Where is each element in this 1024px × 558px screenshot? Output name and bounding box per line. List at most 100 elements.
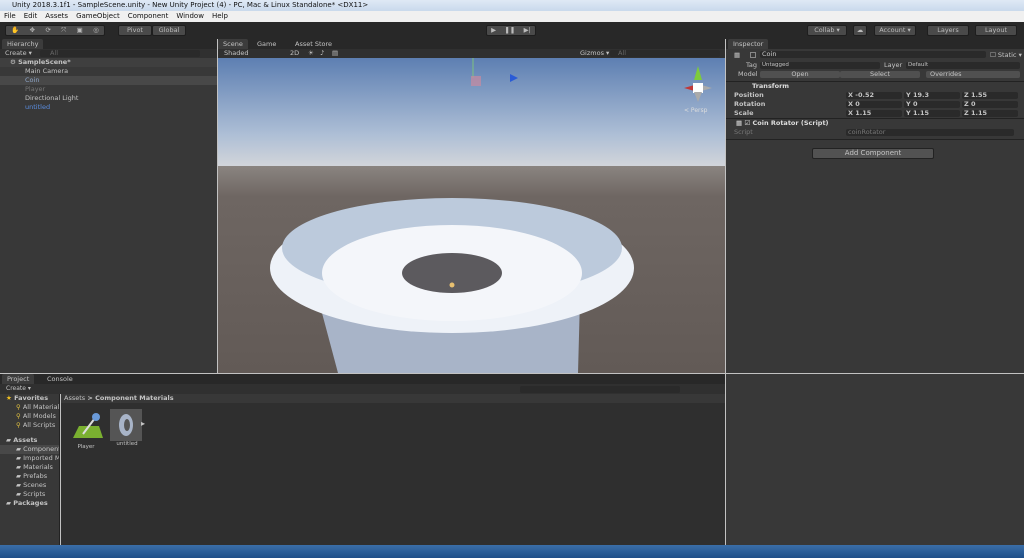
static-toggle[interactable]: ☐ Static ▾ (990, 49, 1022, 61)
move-tool-icon[interactable]: ✥ (30, 26, 35, 35)
menu-edit[interactable]: Edit (24, 11, 38, 22)
menu-window[interactable]: Window (176, 11, 204, 22)
menu-component[interactable]: Component (128, 11, 169, 22)
inspector-panel-lower (726, 374, 1024, 545)
layers-dropdown[interactable]: Layers (927, 25, 969, 36)
list-item[interactable]: Directional Light (0, 94, 217, 103)
gizmos-dropdown[interactable]: Gizmos ▾ (580, 49, 609, 58)
scene-search[interactable]: All (610, 50, 720, 57)
2d-toggle[interactable]: 2D (290, 49, 299, 58)
static-label: Static (997, 51, 1017, 59)
hierarchy-search[interactable]: All (39, 50, 200, 57)
title-bar: Unity 2018.3.1f1 - SampleScene.unity - N… (0, 0, 1024, 11)
collab-button[interactable]: Collab ▾ (807, 25, 847, 36)
pivot-button[interactable]: Pivot (118, 25, 152, 36)
asset-untitled[interactable]: untitled (110, 409, 144, 447)
object-header: ▦ Coin ☐ Static ▾ (726, 49, 1024, 61)
tree-item[interactable]: ⚲ All Models (0, 412, 59, 421)
expand-arrow-icon[interactable]: ▸ (141, 419, 145, 428)
project-create-button[interactable]: Create ▾ (6, 385, 31, 392)
scene-root[interactable]: ⚙ SampleScene* (0, 58, 217, 67)
position-x[interactable]: X -0.52 (846, 92, 902, 99)
tree-item[interactable]: ⚲ All Scripts (0, 421, 59, 430)
position-z[interactable]: Z 1.55 (962, 92, 1018, 99)
select-button[interactable]: Select (840, 71, 920, 78)
account-button[interactable]: Account ▾ (874, 25, 916, 36)
rotation-z[interactable]: Z 0 (962, 101, 1018, 108)
menu-assets[interactable]: Assets (45, 11, 68, 22)
script-component-header[interactable]: ▦ ☑ Coin Rotator (Script) (726, 119, 1024, 128)
tab-game[interactable]: Game (252, 39, 281, 49)
audio-icon[interactable]: ♪ (320, 49, 324, 58)
project-search[interactable] (520, 386, 680, 393)
play-icon[interactable]: ▶ (491, 26, 496, 35)
list-item[interactable]: Player (0, 85, 217, 94)
tree-item-label: Scenes (23, 481, 47, 489)
rotation-x[interactable]: X 0 (846, 101, 902, 108)
tab-asset-store[interactable]: Asset Store (290, 39, 337, 49)
play-controls: ▶ ❚❚ ▶| (486, 25, 536, 36)
scene-viewport[interactable]: < Persp (218, 58, 725, 373)
scene-tabbar: Scene Game Asset Store (218, 39, 725, 49)
layout-dropdown[interactable]: Layout (975, 25, 1017, 36)
tree-item[interactable]: ▰ Materials (0, 463, 59, 472)
rotate-tool-icon[interactable]: ⟳ (45, 26, 50, 35)
menu-gameobject[interactable]: GameObject (76, 11, 120, 22)
lighting-icon[interactable]: ☀ (308, 49, 314, 58)
tree-item[interactable]: ▰ Prefabs (0, 472, 59, 481)
scale-y[interactable]: Y 1.15 (904, 110, 960, 117)
tab-scene[interactable]: Scene (218, 39, 248, 49)
shading-dropdown[interactable]: Shaded (224, 49, 248, 58)
open-button[interactable]: Open (760, 71, 840, 78)
tree-item[interactable]: ⚲ All Materials (0, 403, 59, 412)
model-label: Model (738, 70, 758, 78)
component-enabled-checkbox[interactable]: ☑ (744, 119, 750, 127)
object-name-input[interactable]: Coin (760, 51, 986, 58)
tab-project[interactable]: Project (2, 374, 35, 384)
step-icon[interactable]: ▶| (524, 26, 531, 35)
favorites-header[interactable]: ★ Favorites (0, 394, 59, 403)
scale-tool-icon[interactable]: ⤧ (61, 26, 66, 35)
scale-x[interactable]: X 1.15 (846, 110, 902, 117)
list-item[interactable]: Coin (0, 76, 217, 85)
add-component-button[interactable]: Add Component (812, 148, 934, 159)
assets-header[interactable]: ▰ Assets (0, 436, 59, 445)
asset-label: untitled (116, 441, 138, 447)
script-label: Script (734, 128, 753, 136)
pause-icon[interactable]: ❚❚ (504, 26, 515, 35)
scale-z[interactable]: Z 1.15 (962, 110, 1018, 117)
script-field[interactable]: coinRotator (846, 129, 1014, 136)
transform-tool-icon[interactable]: ◎ (93, 26, 99, 35)
overrides-dropdown[interactable]: Overrides (926, 71, 1020, 78)
list-item[interactable]: Main Camera (0, 67, 217, 76)
tag-dropdown[interactable]: Untagged (760, 62, 880, 69)
window-title: Unity 2018.3.1f1 - SampleScene.unity - N… (12, 1, 369, 9)
transform-header[interactable]: Transform (726, 82, 1024, 91)
menu-file[interactable]: File (4, 11, 16, 22)
asset-player[interactable]: Player (69, 410, 103, 450)
tree-item[interactable]: ▰ Scripts (0, 490, 59, 499)
menu-help[interactable]: Help (212, 11, 228, 22)
breadcrumb-current[interactable]: Component Materials (95, 394, 173, 402)
tab-console[interactable]: Console (42, 374, 78, 384)
list-item[interactable]: untitled (0, 103, 217, 112)
tree-item[interactable]: ▰ Component Materials (0, 445, 59, 454)
effects-icon[interactable]: ▤ (332, 49, 338, 58)
position-y[interactable]: Y 19.3 (904, 92, 960, 99)
hand-tool-icon[interactable]: ✋ (11, 26, 19, 35)
hierarchy-panel: Create ▾ All ⚙ SampleScene* Main Camera … (0, 49, 217, 373)
rect-tool-icon[interactable]: ▣ (77, 26, 83, 35)
tree-item[interactable]: ▰ Imported M (0, 454, 59, 463)
tree-item[interactable]: ▰ Scenes (0, 481, 59, 490)
cloud-icon[interactable]: ☁ (853, 25, 867, 36)
breadcrumb-assets[interactable]: Assets (64, 394, 85, 402)
packages-header[interactable]: ▰ Packages (0, 499, 59, 508)
global-button[interactable]: Global (152, 25, 186, 36)
rotation-y[interactable]: Y 0 (904, 101, 960, 108)
tab-inspector[interactable]: Inspector (728, 39, 769, 49)
layer-dropdown[interactable]: Default (906, 62, 1020, 69)
create-button[interactable]: Create ▾ (5, 49, 32, 58)
packages-label: Packages (13, 499, 48, 507)
active-checkbox[interactable] (750, 52, 756, 58)
tab-hierarchy[interactable]: Hierarchy (2, 39, 44, 49)
